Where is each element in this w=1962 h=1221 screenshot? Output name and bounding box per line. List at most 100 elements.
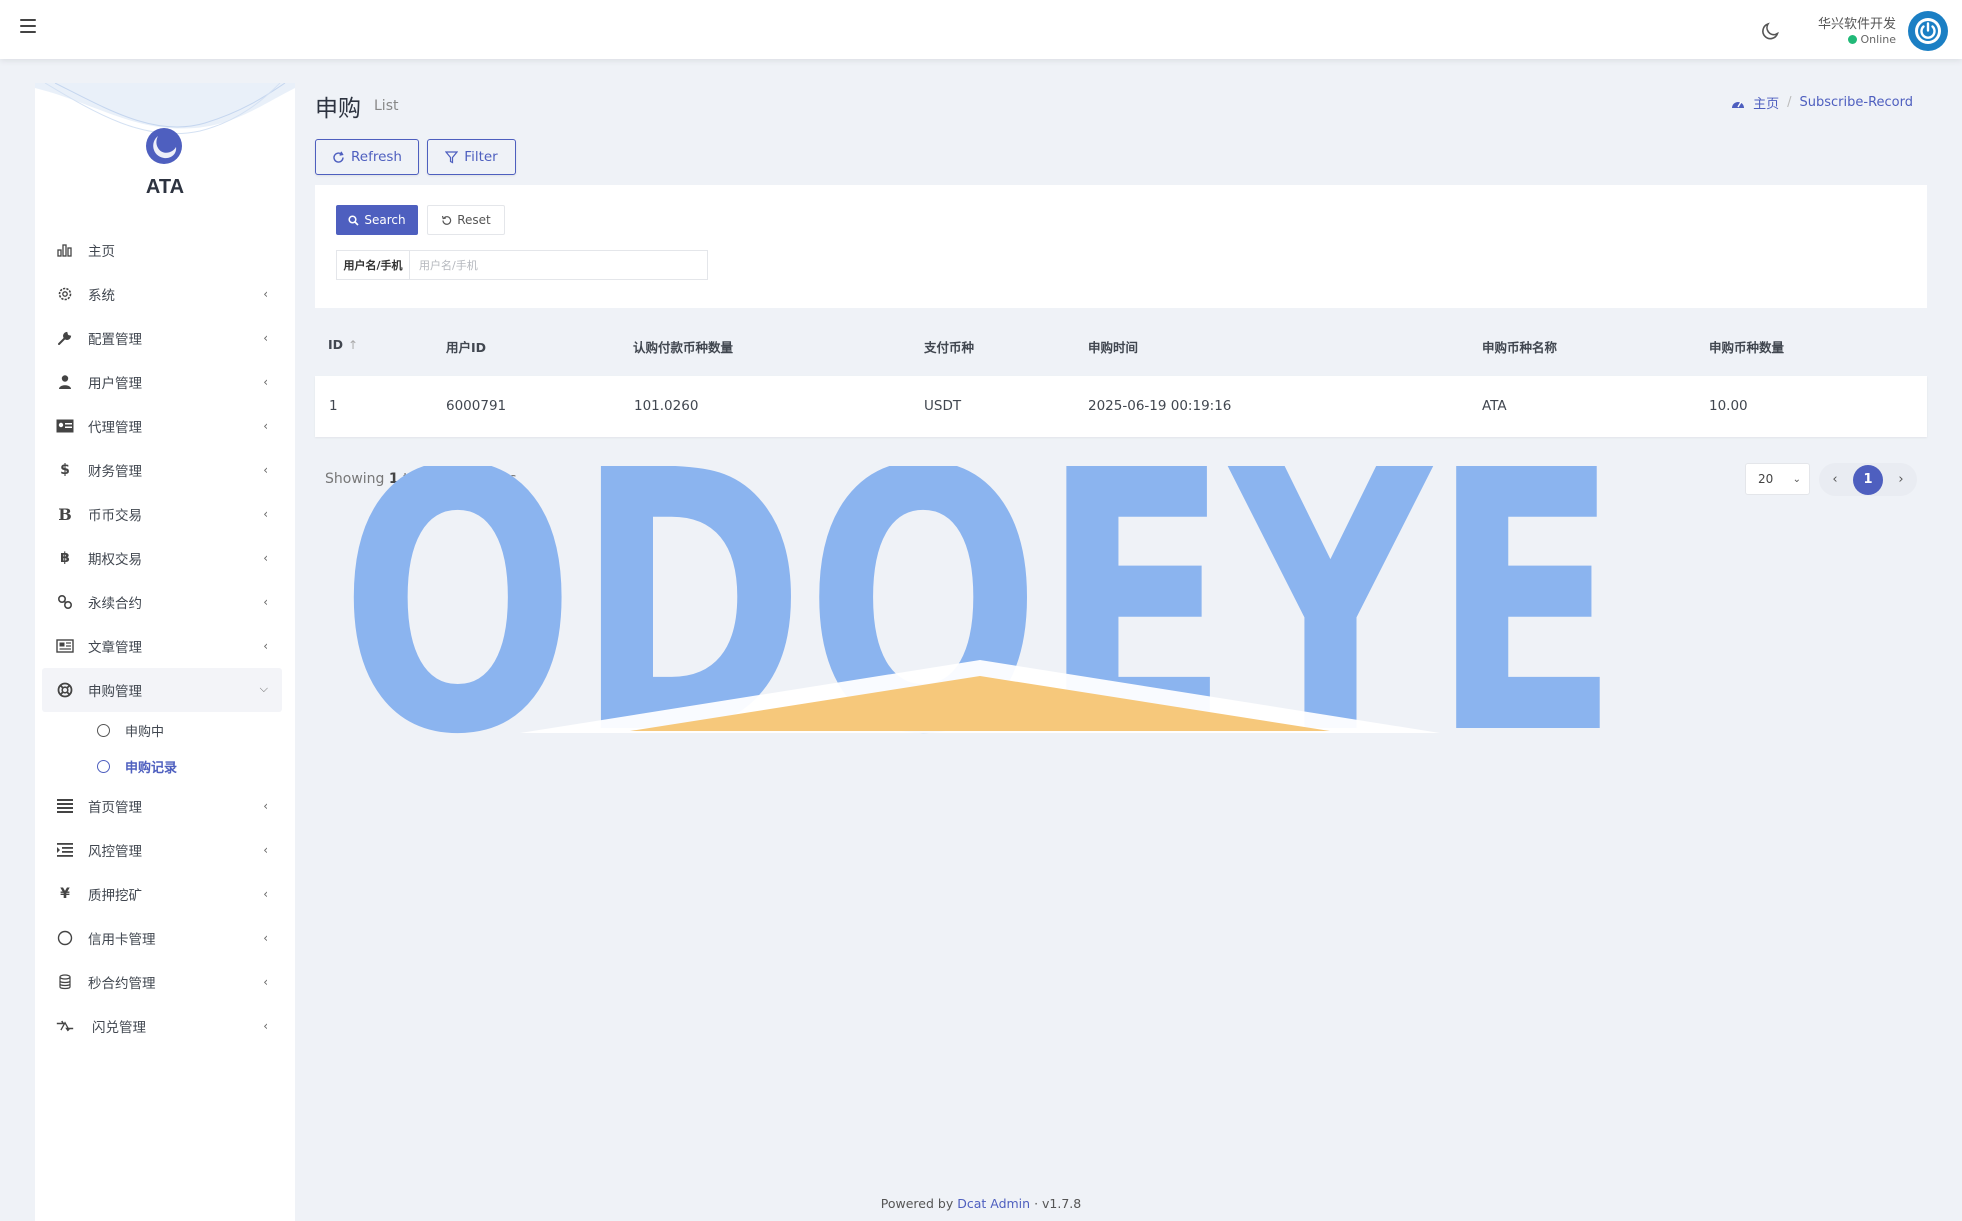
refresh-button[interactable]: Refresh xyxy=(315,139,419,175)
chevron-left-icon: ‹ xyxy=(263,507,268,521)
footer: Powered by Dcat Admin · v1.7.8 xyxy=(880,1196,1082,1211)
status-text: Online xyxy=(1860,33,1896,46)
cell-coin-quantity: 10.00 xyxy=(1709,398,1748,414)
sidebar-item-finance[interactable]: $ 财务管理 ‹ xyxy=(42,448,282,492)
refresh-label: Refresh xyxy=(351,149,402,165)
pagination-info: Showing 1 to 1 of 1 entries xyxy=(325,471,517,487)
chevron-left-icon: ‹ xyxy=(263,463,268,477)
column-header-coin-name: 申购币种名称 xyxy=(1482,340,1558,355)
sidebar-item-credit-card[interactable]: 信用卡管理 ‹ xyxy=(42,916,282,960)
gear-icon xyxy=(56,285,74,303)
per-page-select[interactable]: 20 ⌄ xyxy=(1745,463,1810,495)
cell-payment-amount: 101.0260 xyxy=(634,398,699,414)
sidebar-item-flash-exchange[interactable]: 闪兑管理 ‹ xyxy=(42,1004,282,1048)
breadcrumb: 主页 / Subscribe-Record xyxy=(1731,93,1913,112)
sidebar-item-system[interactable]: 系统 ‹ xyxy=(42,272,282,316)
next-page-button[interactable]: › xyxy=(1891,472,1911,487)
sidebar-item-config[interactable]: 配置管理 ‹ xyxy=(42,316,282,360)
sidebar-item-agents[interactable]: 代理管理 ‹ xyxy=(42,404,282,448)
avatar[interactable] xyxy=(1908,11,1948,51)
prev-page-button[interactable]: ‹ xyxy=(1825,472,1845,487)
refresh-icon xyxy=(333,150,344,163)
top-navbar: 华兴软件开发 Online xyxy=(0,0,1962,59)
wrench-icon xyxy=(56,329,74,347)
dark-mode-moon-icon[interactable] xyxy=(1761,21,1781,41)
coins-icon xyxy=(56,973,74,991)
bitcoin-icon: ฿ xyxy=(60,550,70,566)
page-subtitle: List xyxy=(374,98,399,114)
column-header-id[interactable]: ID ↑ xyxy=(328,337,358,352)
online-dot-icon xyxy=(1847,35,1857,44)
search-label: Search xyxy=(364,213,406,227)
sidebar-item-spot-trading[interactable]: B 币币交易 ‹ xyxy=(42,492,282,536)
sidebar-item-options-trading[interactable]: ฿ 期权交易 ‹ xyxy=(42,536,282,580)
sidebar-item-articles[interactable]: 文章管理 ‹ xyxy=(42,624,282,668)
chevron-left-icon: ‹ xyxy=(263,331,268,345)
cell-id: 1 xyxy=(329,398,338,414)
pagination: ‹ 1 › xyxy=(1819,463,1917,496)
filter-label: Filter xyxy=(464,149,498,165)
sidebar-item-second-contract[interactable]: 秒合约管理 ‹ xyxy=(42,960,282,1004)
sidebar-item-label: 闪兑管理 xyxy=(92,1020,146,1036)
indent-icon xyxy=(56,841,74,859)
sidebar-item-home[interactable]: 主页 xyxy=(42,228,282,272)
sidebar-item-label: 文章管理 xyxy=(88,640,142,656)
app-logo-icon[interactable] xyxy=(146,128,182,164)
page-1-button[interactable]: 1 xyxy=(1853,464,1883,495)
sidebar-subitem-subscribing[interactable]: 申购中 xyxy=(42,712,282,748)
column-header-payment-amount: 认购付款币种数量 xyxy=(633,340,734,355)
filter-panel: Search Reset 用户名/手机 xyxy=(315,185,1927,308)
sidebar-item-perpetual[interactable]: 永续合约 ‹ xyxy=(42,580,282,624)
sidebar-item-label: 配置管理 xyxy=(88,332,142,348)
chevron-left-icon: ‹ xyxy=(263,887,268,901)
sidebar-subitem-subscribe-record[interactable]: 申购记录 xyxy=(42,748,282,784)
newspaper-icon xyxy=(56,637,74,655)
dcat-admin-link[interactable]: Dcat Admin xyxy=(957,1196,1030,1211)
menu-toggle-icon[interactable] xyxy=(20,19,36,33)
sidebar-item-risk-control[interactable]: 风控管理 ‹ xyxy=(42,828,282,872)
sidebar-item-label: 风控管理 xyxy=(88,844,142,860)
sidebar-item-staking[interactable]: ¥ 质押挖矿 ‹ xyxy=(42,872,282,916)
sidebar-item-homepage[interactable]: 首页管理 ‹ xyxy=(42,784,282,828)
chevron-left-icon: ‹ xyxy=(263,551,268,565)
list-icon xyxy=(56,797,74,815)
chevron-left-icon: ‹ xyxy=(263,419,268,433)
column-header-user-id: 用户ID xyxy=(446,340,487,355)
chevron-down-icon: ⌄ xyxy=(1792,474,1801,485)
dashboard-icon xyxy=(1732,101,1745,108)
user-icon xyxy=(56,373,74,391)
sidebar-item-label: 期权交易 xyxy=(88,552,142,568)
link-icon xyxy=(56,593,74,611)
filter-button[interactable]: Filter xyxy=(427,139,516,175)
username-phone-input[interactable] xyxy=(409,250,708,280)
app-name: ATA xyxy=(145,176,185,198)
dollar-icon: $ xyxy=(60,462,70,478)
sort-arrow-icon[interactable]: ↑ xyxy=(348,338,358,352)
circle-icon xyxy=(56,929,74,947)
chevron-left-icon: ‹ xyxy=(263,931,268,945)
chevron-left-icon: ‹ xyxy=(263,799,268,813)
undo-icon xyxy=(442,215,452,225)
page-title: 申购 xyxy=(315,96,361,122)
cell-coin-name: ATA xyxy=(1482,398,1507,414)
bold-b-icon: B xyxy=(58,504,72,524)
chevron-left-icon: ‹ xyxy=(263,1019,268,1033)
sidebar-item-label: 首页管理 xyxy=(88,800,142,816)
user-name[interactable]: 华兴软件开发 xyxy=(1818,13,1896,32)
version-text: v1.7.8 xyxy=(1042,1196,1082,1211)
table-row[interactable]: 1 6000791 101.0260 USDT 2025-06-19 00:19… xyxy=(315,376,1927,437)
table-header: ID ↑ 用户ID 认购付款币种数量 支付币种 申购时间 申购币种名称 申购币种数… xyxy=(315,320,1927,370)
sidebar-item-users[interactable]: 用户管理 ‹ xyxy=(42,360,282,404)
power-icon xyxy=(1915,18,1941,44)
breadcrumb-home-link[interactable]: 主页 xyxy=(1753,93,1779,112)
reset-button[interactable]: Reset xyxy=(427,205,505,235)
chevron-left-icon: ‹ xyxy=(263,287,268,301)
sidebar-item-subscription[interactable]: 申购管理 ⌵ xyxy=(42,668,282,712)
column-header-subscribe-time: 申购时间 xyxy=(1088,340,1139,355)
sidebar-item-label: 秒合约管理 xyxy=(88,976,156,992)
chevron-left-icon: ‹ xyxy=(263,595,268,609)
chevron-down-icon: ⌵ xyxy=(259,682,268,695)
odoeye-watermark-logo: ODOEYE xyxy=(340,466,1620,746)
column-header-payment-currency: 支付币种 xyxy=(924,340,975,355)
search-button[interactable]: Search xyxy=(336,205,418,235)
